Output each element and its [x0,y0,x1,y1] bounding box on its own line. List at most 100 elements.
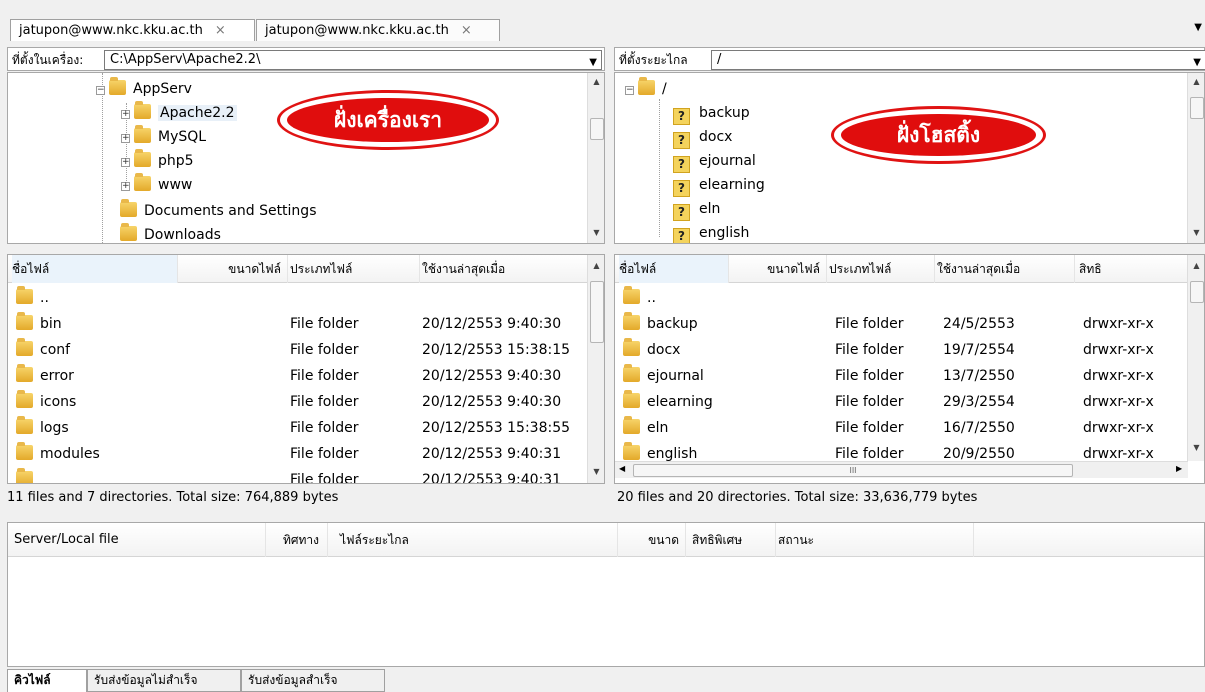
scroll-thumb[interactable] [590,118,604,140]
tree-item-ejournal[interactable]: ? ejournal [673,149,756,173]
plus-box-icon[interactable]: + [121,182,130,191]
column-header-priority[interactable]: สิทธิพิเศษ [688,523,776,557]
tree-item-downloads[interactable]: Downloads [120,223,221,243]
file-row[interactable]: logs File folder 20/12/2553 15:38:55 [8,415,588,441]
close-icon[interactable]: × [215,23,226,38]
tree-item-label: / [662,81,667,97]
chevron-down-icon[interactable]: ▼ [589,54,597,72]
scroll-thumb[interactable] [1190,97,1204,119]
column-header-status[interactable]: สถานะ [778,523,974,557]
column-header-type[interactable]: ประเภทไฟล์ [290,255,420,283]
tab-label: jatupon@www.nkc.kku.ac.th [265,23,449,38]
column-header-size[interactable]: ขนาดไฟล์ [729,255,827,283]
local-path-input[interactable]: C:\AppServ\Apache2.2\ ▼ [104,50,602,70]
local-status: 11 files and 7 directories. Total size: … [7,490,339,505]
tab-successful-transfers[interactable]: รับส่งข้อมูลสำเร็จ [241,669,385,692]
tree-item-root[interactable]: − / [625,77,667,101]
column-header-remote-file[interactable]: ไฟล์ระยะไกล [330,523,618,557]
tree-item-php5[interactable]: + php5 [121,149,194,173]
file-permission-cell: drwxr-xr-x [1083,368,1154,384]
scroll-up-icon[interactable]: ▲ [588,261,604,270]
file-name: docx [647,342,681,358]
remote-path-input[interactable]: / ▼ [711,50,1205,70]
file-row[interactable]: modules File folder 20/12/2553 9:40:31 [8,441,588,467]
tree-item-documents[interactable]: Documents and Settings [120,199,316,223]
scroll-down-icon[interactable]: ▼ [588,467,604,476]
scroll-thumb[interactable] [590,281,604,343]
file-type-cell: File folder [835,342,904,358]
column-header-name[interactable]: ชื่อไฟล์ [619,255,729,283]
tree-item-eln[interactable]: ? eln [673,197,720,221]
column-header-type[interactable]: ประเภทไฟล์ [829,255,935,283]
tab-failed-transfers[interactable]: รับส่งข้อมูลไม่สำเร็จ [87,669,241,692]
tab-list-menu-icon[interactable]: ▼ [1194,22,1202,33]
column-header-modified[interactable]: ใช้งานล่าสุดเมื่อ [422,255,588,283]
scroll-down-icon[interactable]: ▼ [1188,443,1204,452]
tree-item-apache[interactable]: + Apache2.2 [121,101,237,125]
file-type-cell: File folder [835,446,904,461]
tree-item-docx[interactable]: ? docx [673,125,732,149]
chevron-down-icon[interactable]: ▼ [1193,54,1201,72]
column-header-direction[interactable]: ทิศทาง [266,523,328,557]
file-row[interactable]: error File folder 20/12/2553 9:40:30 [8,363,588,389]
plus-box-icon[interactable]: + [121,110,130,119]
file-type-cell: File folder [290,420,359,436]
scroll-right-icon[interactable]: ▶ [1176,464,1182,473]
minus-box-icon[interactable]: − [625,86,634,95]
local-tree-scrollbar[interactable]: ▲ ▼ [587,73,604,243]
scroll-up-icon[interactable]: ▲ [1188,77,1204,86]
tree-item-elearning[interactable]: ? elearning [673,173,765,197]
remote-list-hscrollbar[interactable]: ◀ III ▶ [615,461,1188,478]
column-header-size[interactable]: ขนาด [618,523,686,557]
scroll-up-icon[interactable]: ▲ [588,77,604,86]
scroll-up-icon[interactable]: ▲ [1188,261,1204,270]
file-row[interactable]: .. [615,285,1188,311]
tab-queued-files[interactable]: คิวไฟล์ [7,669,87,692]
close-icon[interactable]: × [461,23,472,38]
file-row[interactable]: File folder 20/12/2553 9:40:31 [8,467,588,483]
local-path-value: C:\AppServ\Apache2.2\ [110,52,261,67]
column-header-server-file[interactable]: Server/Local file [14,523,266,557]
file-row[interactable]: english File folder 20/9/2550 drwxr-xr-x [615,441,1188,461]
scroll-thumb[interactable] [1190,281,1204,303]
file-row[interactable]: .. [8,285,588,311]
tab-site-1[interactable]: jatupon@www.nkc.kku.ac.th × [10,19,255,41]
hscroll-thumb[interactable]: III [633,464,1073,477]
file-name-cell: logs [16,415,69,441]
tree-item-www[interactable]: + www [121,173,192,197]
plus-box-icon[interactable]: + [121,158,130,167]
plus-box-icon[interactable]: + [121,134,130,143]
tab-site-2[interactable]: jatupon@www.nkc.kku.ac.th × [256,19,500,41]
scroll-down-icon[interactable]: ▼ [1188,228,1204,237]
file-row[interactable]: eln File folder 16/7/2550 drwxr-xr-x [615,415,1188,441]
remote-path-value: / [717,52,722,67]
folder-icon [16,416,33,434]
folder-icon [134,125,151,143]
local-path-label: ที่ตั้งในเครื่อง: [12,53,84,67]
scroll-down-icon[interactable]: ▼ [588,228,604,237]
folder-icon [16,442,33,460]
file-row[interactable]: ejournal File folder 13/7/2550 drwxr-xr-x [615,363,1188,389]
file-row[interactable]: bin File folder 20/12/2553 9:40:30 [8,311,588,337]
local-list-scrollbar[interactable]: ▲ ▼ [587,255,604,483]
column-header-size[interactable]: ขนาดไฟล์ [178,255,288,283]
tree-item-mysql[interactable]: + MySQL [121,125,206,149]
file-name: conf [40,342,71,358]
file-row[interactable]: docx File folder 19/7/2554 drwxr-xr-x [615,337,1188,363]
scroll-left-icon[interactable]: ◀ [619,464,625,473]
folder-icon [16,364,33,382]
file-row[interactable]: backup File folder 24/5/2553 drwxr-xr-x [615,311,1188,337]
remote-list-scrollbar[interactable]: ▲ ▼ [1187,255,1204,461]
tree-item-backup[interactable]: ? backup [673,101,750,125]
file-modified-cell: 13/7/2550 [943,368,1015,384]
file-row[interactable]: conf File folder 20/12/2553 15:38:15 [8,337,588,363]
column-header-modified[interactable]: ใช้งานล่าสุดเมื่อ [937,255,1075,283]
remote-tree-scrollbar[interactable]: ▲ ▼ [1187,73,1204,243]
tree-item-english[interactable]: ? english [673,221,749,243]
column-header-name[interactable]: ชื่อไฟล์ [12,255,178,283]
column-header-permissions[interactable]: สิทธิ [1079,255,1188,283]
file-row[interactable]: elearning File folder 29/3/2554 drwxr-xr-x [615,389,1188,415]
tree-item-appserv[interactable]: − AppServ [96,77,192,101]
file-row[interactable]: icons File folder 20/12/2553 9:40:30 [8,389,588,415]
minus-box-icon[interactable]: − [96,86,105,95]
